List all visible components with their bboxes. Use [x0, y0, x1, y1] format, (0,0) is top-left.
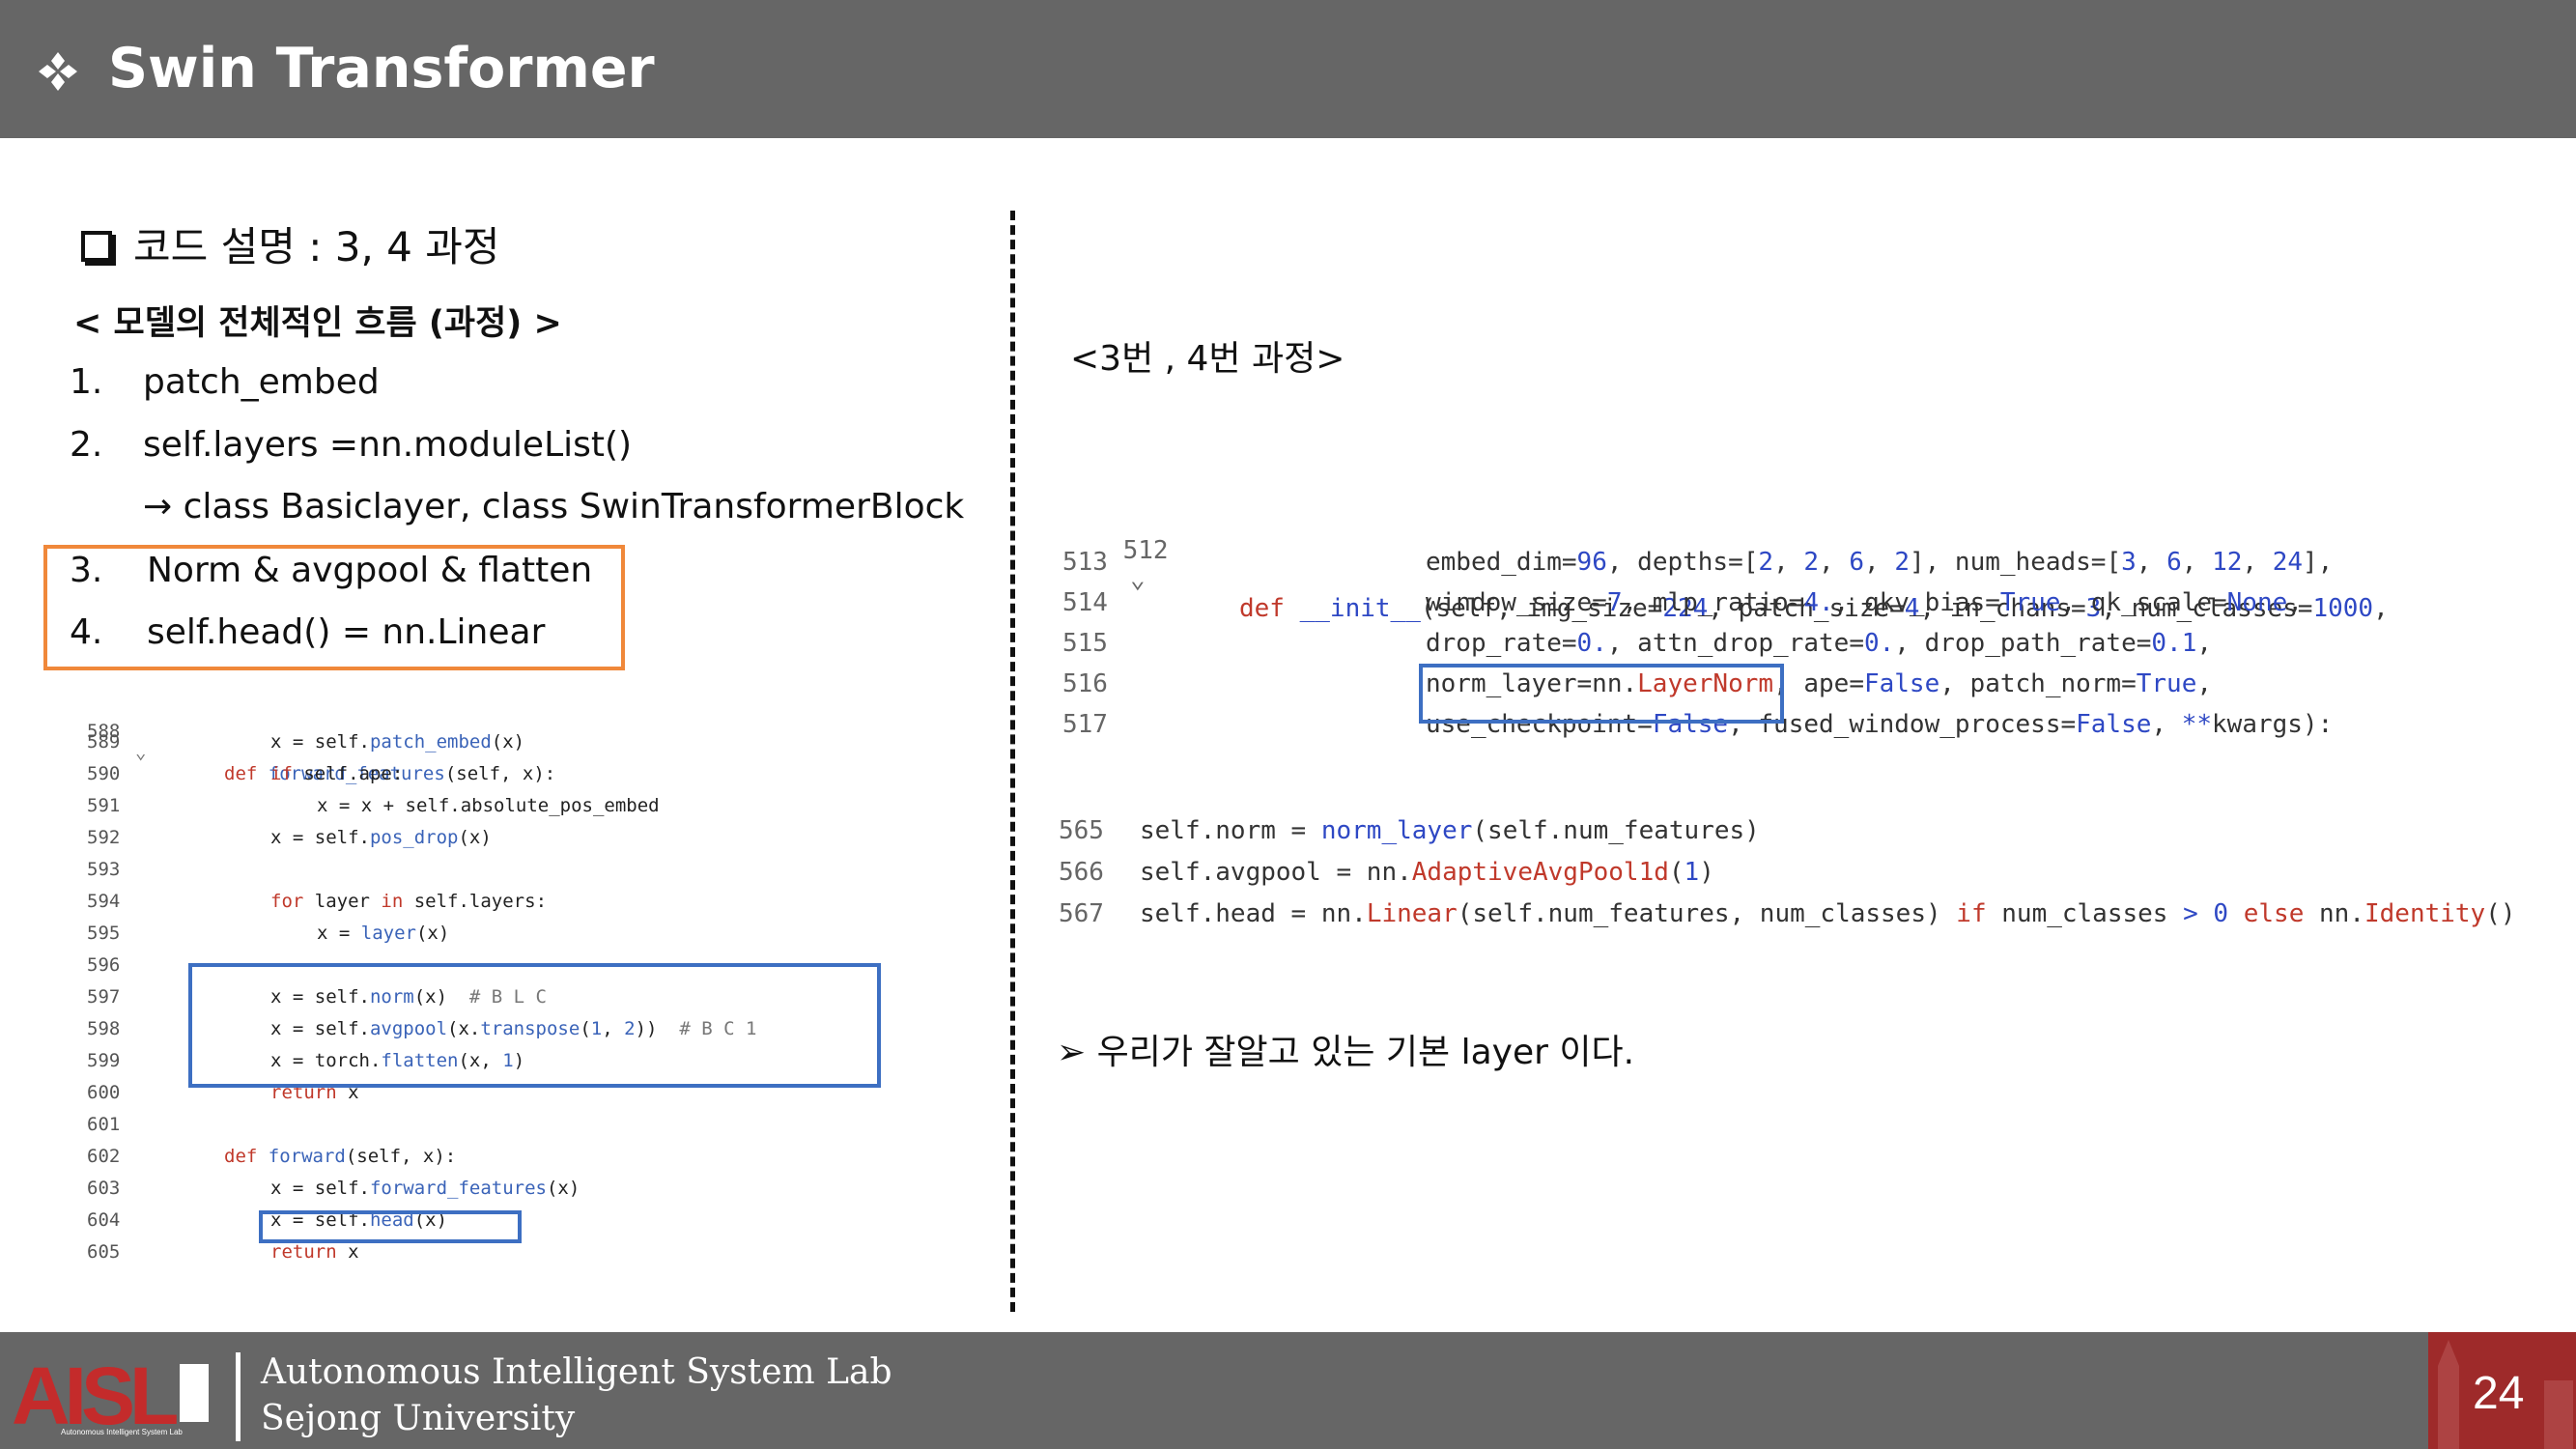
line-number: 602 [87, 1146, 121, 1167]
code-text: self.norm = norm_layer(self.num_features… [1140, 816, 1760, 845]
highlight-box-blue [259, 1210, 522, 1243]
svg-text:AISL: AISL [12, 1350, 177, 1437]
line-number: 590 [87, 763, 121, 784]
line-number: 589 [87, 731, 121, 753]
line-number: 600 [87, 1082, 121, 1103]
flow-title: < 모델의 전체적인 흐름 (과정) > [73, 304, 562, 343]
dashed-divider [1010, 211, 1015, 1312]
page-number: 24 [2473, 1368, 2525, 1419]
line-number: 601 [87, 1114, 121, 1135]
list-text: self.layers =nn.moduleList() [143, 425, 633, 465]
code-line: 588 ⌄ def forward_features(self, x): [58, 699, 555, 784]
code-text: self.head = nn.Linear(self.num_features,… [1140, 899, 2516, 928]
list-num: 2. [70, 425, 103, 465]
header-bar: Swin Transformer [0, 0, 2576, 138]
line-number: 599 [87, 1050, 121, 1071]
line-number: 514 [1062, 588, 1108, 617]
highlight-box-orange [43, 545, 625, 670]
footer-separator [236, 1352, 241, 1441]
code-text: x = x + self.absolute_pos_embed [317, 795, 660, 816]
line-number: 565 [1059, 816, 1104, 845]
code-text: if self.ape: [270, 763, 404, 784]
code-text: embed_dim=96, depths=[2, 2, 6, 2], num_h… [1426, 548, 2334, 577]
line-number: 605 [87, 1241, 121, 1263]
line-number: 597 [87, 986, 121, 1008]
note-text: ➢ 우리가 잘알고 있는 기본 layer 이다. [1057, 1033, 1635, 1072]
line-number: 566 [1059, 858, 1104, 887]
line-number: 591 [87, 795, 121, 816]
line-number: 515 [1062, 629, 1108, 658]
line-number: 603 [87, 1178, 121, 1199]
lab-name: Autonomous Intelligent System Lab [261, 1352, 892, 1392]
line-number: 592 [87, 827, 121, 848]
university-name: Sejong University [261, 1399, 576, 1438]
list-item: 1. [70, 362, 102, 402]
line-number: 595 [87, 923, 121, 944]
list-text: patch_embed [143, 362, 380, 402]
code-text: def forward(self, x): [224, 1146, 457, 1167]
code-text: drop_rate=0., attn_drop_rate=0., drop_pa… [1426, 629, 2213, 658]
code-text: x = layer(x) [317, 923, 450, 944]
line-number: 594 [87, 891, 121, 912]
code-text: x = self.patch_embed(x) [270, 731, 525, 753]
code-text: return x [270, 1241, 359, 1263]
chevron-down-icon: ⌄ [1130, 565, 1146, 594]
line-number: 516 [1062, 669, 1108, 698]
aisl-logo: AISL Autonomous Intelligent System Lab [8, 1349, 218, 1437]
line-number: 513 [1062, 548, 1108, 577]
list-num: 1. [70, 362, 103, 402]
code-text: x = self.forward_features(x) [270, 1178, 580, 1199]
section-subtitle: 코드 설명 : 3, 4 과정 [81, 214, 500, 273]
code-text: window_size=7, mlp_ratio=4., qkv_bias=Tr… [1426, 588, 2303, 617]
section-heading: <3번 , 4번 과정> [1070, 339, 1345, 379]
line-number: 604 [87, 1209, 121, 1231]
code-text: x = self.pos_drop(x) [270, 827, 492, 848]
svg-text:Autonomous Intelligent System: Autonomous Intelligent System Lab [61, 1428, 183, 1436]
line-number: 512 [1122, 536, 1169, 565]
checkbox-square-icon [81, 230, 112, 262]
line-number: 598 [87, 1018, 121, 1039]
slide-title: Swin Transformer [108, 37, 655, 100]
highlight-box-blue [188, 963, 881, 1088]
highlight-box-blue [1419, 664, 1784, 724]
list-item: 2. [70, 425, 102, 465]
line-number: 517 [1062, 710, 1108, 739]
code-text: for layer in self.layers: [270, 891, 548, 912]
line-number: 593 [87, 859, 121, 880]
four-diamonds-icon [39, 52, 77, 91]
line-number: 567 [1059, 899, 1104, 928]
code-line: 512 ⌄ def __init__(self, img_size=224, p… [1062, 507, 2389, 623]
list-text: → class Basiclayer, class SwinTransforme… [143, 487, 965, 526]
line-number: 596 [87, 954, 121, 976]
code-text: self.avgpool = nn.AdaptiveAvgPool1d(1) [1140, 858, 1714, 887]
subtitle-text: 코드 설명 : 3, 4 과정 [133, 223, 500, 270]
